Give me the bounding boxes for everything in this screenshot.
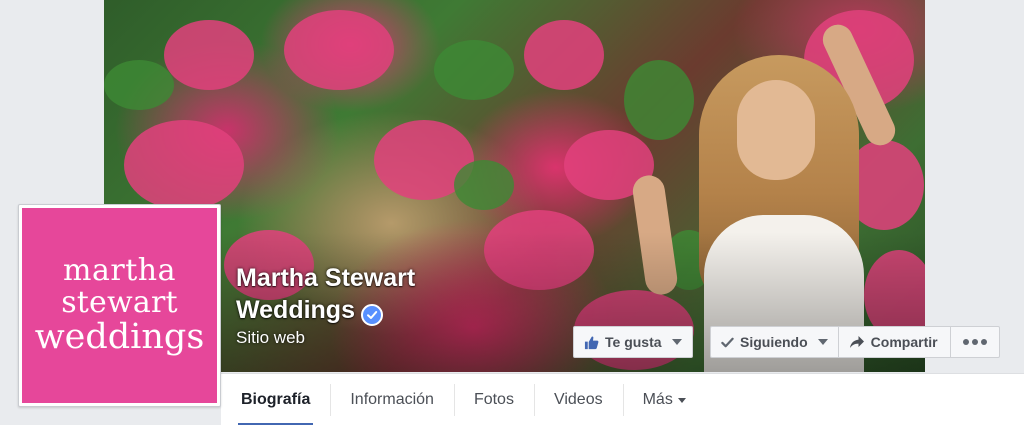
chevron-down-icon bbox=[677, 397, 686, 403]
logo-line-1: martha bbox=[63, 253, 176, 288]
like-button-group: Te gusta bbox=[573, 326, 693, 358]
ellipsis-icon bbox=[962, 339, 987, 345]
facebook-page-header: martha stewart weddings Martha Stewart W… bbox=[0, 0, 1024, 425]
checkmark-icon bbox=[721, 336, 734, 349]
verified-badge-icon bbox=[360, 304, 383, 326]
tab-label: Biografía bbox=[241, 391, 311, 408]
share-arrow-icon bbox=[849, 335, 865, 349]
like-button[interactable]: Te gusta bbox=[573, 326, 693, 358]
following-button-label: Siguiendo bbox=[740, 334, 808, 350]
tab-fotos[interactable]: Fotos bbox=[453, 374, 534, 425]
more-options-button[interactable] bbox=[950, 326, 1000, 358]
page-actions-group: Siguiendo Compartir bbox=[710, 326, 1000, 358]
page-title-line-1[interactable]: Martha Stewart bbox=[236, 264, 415, 292]
share-button-label: Compartir bbox=[870, 334, 938, 350]
tab-label: Fotos bbox=[473, 391, 514, 408]
thumbs-up-icon bbox=[584, 335, 599, 350]
share-button[interactable]: Compartir bbox=[838, 326, 951, 358]
brand-logo: martha stewart weddings bbox=[22, 208, 217, 403]
cover-photo[interactable] bbox=[104, 0, 925, 372]
tab-label: Videos bbox=[553, 391, 603, 408]
logo-line-3: weddings bbox=[34, 317, 205, 357]
tab-informacion[interactable]: Información bbox=[330, 374, 454, 425]
tab-label: Más bbox=[642, 391, 673, 408]
logo-line-2: stewart bbox=[61, 285, 178, 320]
profile-picture[interactable]: martha stewart weddings bbox=[18, 204, 221, 407]
page-title[interactable]: Martha Stewart Weddings bbox=[236, 262, 466, 326]
page-nav-bar: Biografía Información Fotos Videos Más bbox=[221, 373, 1024, 425]
page-identity: Martha Stewart Weddings Sitio web bbox=[236, 262, 466, 348]
tab-label: Información bbox=[350, 391, 434, 408]
chevron-down-icon bbox=[671, 339, 682, 345]
tab-videos[interactable]: Videos bbox=[533, 374, 623, 425]
like-button-label: Te gusta bbox=[605, 334, 662, 350]
tab-biografia[interactable]: Biografía bbox=[221, 374, 330, 425]
page-title-line-2[interactable]: Weddings bbox=[236, 296, 355, 324]
following-button[interactable]: Siguiendo bbox=[710, 326, 839, 358]
page-category[interactable]: Sitio web bbox=[236, 328, 466, 348]
chevron-down-icon bbox=[817, 339, 828, 345]
tab-mas[interactable]: Más bbox=[622, 374, 706, 425]
